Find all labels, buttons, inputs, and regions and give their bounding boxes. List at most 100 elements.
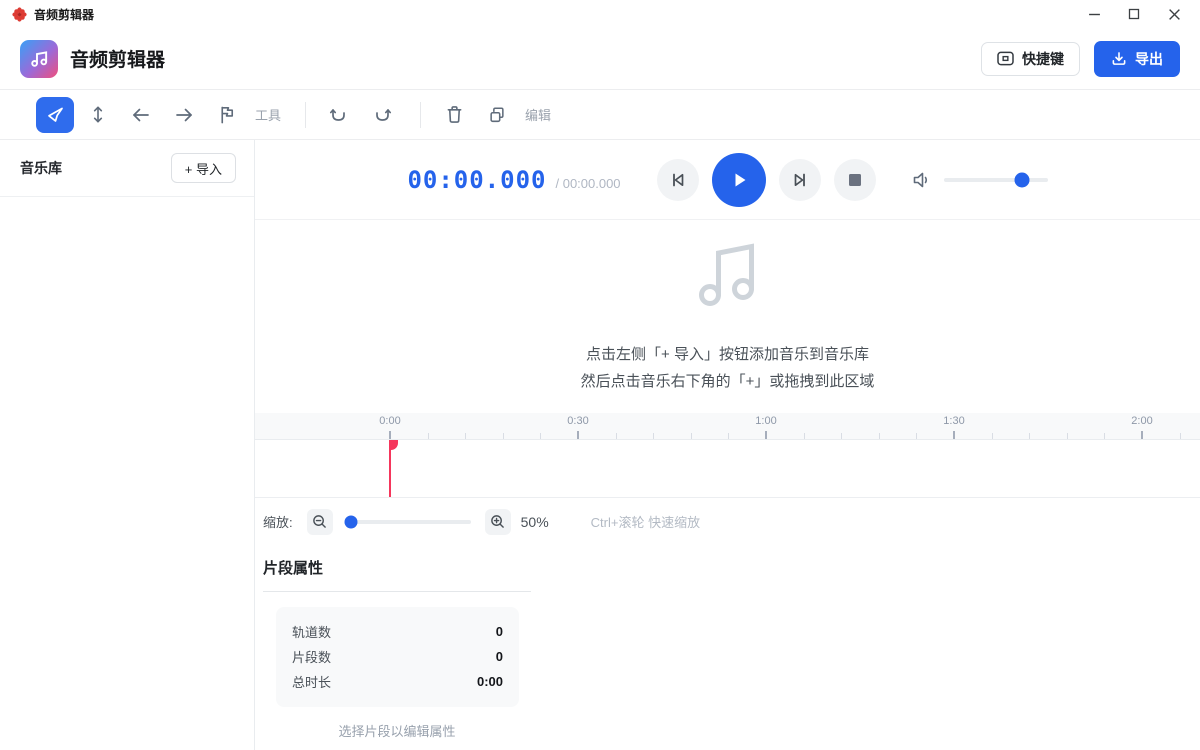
- export-button[interactable]: 导出: [1094, 41, 1180, 77]
- ruler-label: 0:30: [567, 415, 588, 427]
- titlebar: 音频剪辑器: [0, 0, 1200, 28]
- ruler-major-tick: [577, 431, 579, 439]
- select-tool-button[interactable]: [36, 97, 74, 133]
- stretch-tool-button[interactable]: [79, 97, 117, 133]
- ruler-major-tick: [1141, 431, 1143, 439]
- ruler-label: 0:00: [379, 415, 400, 427]
- redo-button[interactable]: [363, 97, 401, 133]
- ruler-minor-tick: [1029, 433, 1030, 439]
- ruler-minor-tick: [804, 433, 805, 439]
- toolbar-divider: [305, 102, 306, 128]
- sidebar-header: 音乐库 + 导入: [0, 140, 254, 197]
- empty-hint-line2: 然后点击音乐右下角的「+」或拖拽到此区域: [581, 368, 875, 395]
- trash-icon: [446, 105, 463, 124]
- window-title: 音频剪辑器: [34, 6, 94, 23]
- maximize-button[interactable]: [1114, 1, 1154, 27]
- magnifier-minus-icon: [312, 514, 327, 529]
- play-icon: [729, 170, 749, 190]
- ruler-minor-tick: [540, 433, 541, 439]
- flag-icon: [218, 105, 236, 124]
- empty-hint-line1: 点击左侧「+ 导入」按钮添加音乐到音乐库: [586, 341, 869, 368]
- tools-label: 工具: [255, 105, 281, 124]
- ruler-minor-tick: [691, 433, 692, 439]
- zoom-in-button[interactable]: [485, 509, 511, 535]
- nudge-right-button[interactable]: [165, 97, 203, 133]
- window-controls: [1074, 1, 1194, 27]
- close-button[interactable]: [1154, 1, 1194, 27]
- minimize-icon: [1088, 8, 1101, 21]
- delete-button[interactable]: [435, 97, 473, 133]
- tracks-count: 0: [496, 624, 503, 639]
- playhead-flag[interactable]: [389, 440, 398, 450]
- skip-start-button[interactable]: [657, 159, 699, 201]
- zoom-out-button[interactable]: [307, 509, 333, 535]
- minimize-button[interactable]: [1074, 1, 1114, 27]
- skip-end-icon: [791, 171, 809, 189]
- ruler-major-tick: [765, 431, 767, 439]
- ruler-minor-tick: [428, 433, 429, 439]
- volume-control: [912, 171, 1048, 189]
- volume-slider-thumb[interactable]: [1014, 172, 1029, 187]
- current-time: 00:00.000: [407, 166, 546, 194]
- ruler-minor-tick: [992, 433, 993, 439]
- property-row-clips: 片段数 0: [292, 644, 503, 669]
- ruler-minor-tick: [1180, 433, 1181, 439]
- ruler-minor-tick: [1067, 433, 1068, 439]
- stop-button[interactable]: [834, 159, 876, 201]
- duplicate-button[interactable]: [478, 97, 516, 133]
- ruler-label: 2:00: [1131, 415, 1152, 427]
- keyboard-icon: [997, 51, 1014, 66]
- timeline-ruler[interactable]: 0:00 0:30 1:00 1:30 2:00: [255, 413, 1200, 440]
- ruler-label: 1:00: [755, 415, 776, 427]
- transport-buttons: [657, 153, 876, 207]
- zoom-slider-thumb[interactable]: [344, 515, 357, 528]
- ruler-minor-tick: [841, 433, 842, 439]
- play-button[interactable]: [712, 153, 766, 207]
- marker-tool-button[interactable]: [208, 97, 246, 133]
- clip-properties-card: 轨道数 0 片段数 0 总时长 0:00: [276, 607, 519, 707]
- app-window: 音频剪辑器: [0, 0, 1200, 750]
- zoom-slider[interactable]: [347, 520, 471, 524]
- ruler-major-tick: [389, 431, 391, 439]
- header-right: 快捷键 导出: [981, 41, 1180, 77]
- undo-button[interactable]: [320, 97, 358, 133]
- clip-properties-title: 片段属性: [263, 557, 531, 592]
- property-row-duration: 总时长 0:00: [292, 669, 503, 694]
- total-time: / 00:00.000: [555, 176, 620, 191]
- nudge-left-button[interactable]: [122, 97, 160, 133]
- cursor-arrow-icon: [46, 105, 65, 124]
- app-flower-icon: [12, 7, 27, 22]
- ruler-minor-tick: [879, 433, 880, 439]
- skip-start-icon: [669, 171, 687, 189]
- magnifier-plus-icon: [490, 514, 505, 529]
- shortcuts-button[interactable]: 快捷键: [981, 42, 1080, 76]
- zoom-bar: 缩放:: [255, 498, 1200, 545]
- speaker-icon: [912, 171, 932, 189]
- ruler-minor-tick: [916, 433, 917, 439]
- copy-icon: [488, 106, 506, 124]
- timeline-empty-state: 点击左侧「+ 导入」按钮添加音乐到音乐库 然后点击音乐右下角的「+」或拖拽到此区…: [255, 220, 1200, 413]
- close-icon: [1168, 8, 1181, 21]
- sidebar: 音乐库 + 导入: [0, 140, 255, 750]
- header-left: 音频剪辑器: [20, 40, 165, 78]
- music-note-icon: [691, 239, 765, 311]
- page-title: 音频剪辑器: [70, 45, 165, 72]
- ruler-minor-tick: [465, 433, 466, 439]
- import-button[interactable]: + 导入: [171, 153, 236, 183]
- ruler-minor-tick: [503, 433, 504, 439]
- arrow-left-icon: [131, 106, 151, 124]
- edit-label: 编辑: [525, 105, 551, 124]
- ruler-label: 1:30: [943, 415, 964, 427]
- track-area[interactable]: [255, 440, 1200, 498]
- property-row-tracks: 轨道数 0: [292, 619, 503, 644]
- app-logo-icon: [20, 40, 58, 78]
- time-display: 00:00.000 / 00:00.000: [407, 166, 620, 194]
- zoom-hint: Ctrl+滚轮 快速缩放: [591, 512, 700, 531]
- undo-icon: [329, 107, 349, 123]
- skip-end-button[interactable]: [779, 159, 821, 201]
- music-library-title: 音乐库: [20, 158, 62, 178]
- ruler-minor-tick: [728, 433, 729, 439]
- volume-slider[interactable]: [944, 178, 1048, 182]
- transport-bar: 00:00.000 / 00:00.000: [255, 140, 1200, 220]
- toolbar: 工具: [0, 90, 1200, 140]
